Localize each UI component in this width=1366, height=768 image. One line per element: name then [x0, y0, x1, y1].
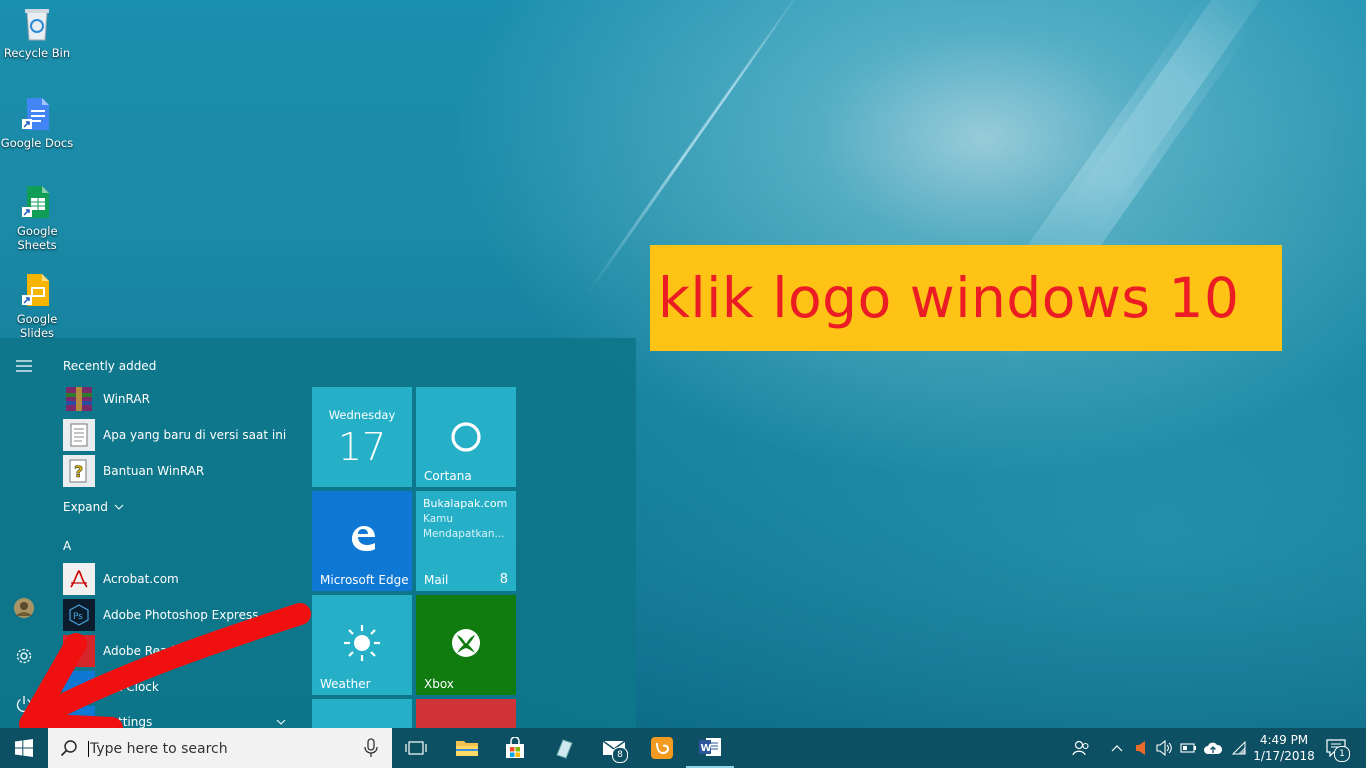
- mail-preview-line2: Mendapatkan...: [423, 528, 505, 540]
- svg-text:W: W: [701, 743, 712, 754]
- help-file-icon: ?: [63, 455, 95, 487]
- start-button[interactable]: [0, 728, 48, 768]
- taskbar-file-explorer[interactable]: [443, 728, 491, 768]
- people-button[interactable]: [1068, 728, 1094, 768]
- search-box[interactable]: Type here to search: [48, 728, 392, 768]
- mail-sender: Bukalapak.com: [423, 497, 508, 510]
- app-item-winrar-help[interactable]: ? Bantuan WinRAR: [63, 454, 293, 488]
- clock-button[interactable]: 4:49 PM 1/17/2018: [1252, 728, 1316, 768]
- battery-icon: [1180, 743, 1196, 753]
- mail-badge: 8: [612, 747, 628, 763]
- cortana-tile[interactable]: Cortana: [416, 387, 516, 487]
- desktop-icon-google-slides[interactable]: Google Slides: [0, 272, 74, 340]
- security-alert-button[interactable]: [1130, 728, 1152, 768]
- partial-tile-2[interactable]: [416, 699, 516, 728]
- app-item-label: Bantuan WinRAR: [103, 464, 205, 478]
- tile-label: Xbox: [424, 677, 454, 691]
- task-view-icon: [405, 741, 427, 755]
- app-item-winrar[interactable]: WinRAR: [63, 382, 293, 416]
- google-docs-icon: [21, 96, 53, 132]
- speaker-alert-icon: [1136, 741, 1145, 755]
- taskbar-store[interactable]: [491, 728, 539, 768]
- app-item-whats-new[interactable]: Apa yang baru di versi saat ini: [63, 418, 293, 452]
- network-button[interactable]: [1228, 728, 1250, 768]
- edge-icon: [352, 526, 375, 551]
- taskbar: Type here to search 8 W 4:49 PM 1/17/201…: [0, 728, 1366, 768]
- mail-preview-line1: Kamu: [423, 513, 454, 525]
- folder-icon: [456, 741, 478, 756]
- recycle-bin-icon: [21, 6, 53, 42]
- calendar-date: 17: [337, 425, 387, 469]
- calendar-tile[interactable]: Wednesday 17: [312, 387, 412, 487]
- xbox-icon: [452, 629, 480, 657]
- search-icon: [60, 740, 77, 757]
- google-sheets-icon: [21, 184, 53, 220]
- desktop-icon-label: Google Docs: [0, 136, 74, 150]
- app-item-label: Apa yang baru di versi saat ini: [103, 428, 287, 442]
- taskbar-uc-browser[interactable]: [638, 728, 686, 768]
- partial-tile-1[interactable]: [312, 699, 412, 728]
- microphone-icon[interactable]: [364, 738, 378, 758]
- clock-time: 4:49 PM: [1259, 733, 1309, 747]
- uc-browser-icon: [651, 737, 673, 759]
- chevron-down-icon: [114, 504, 124, 510]
- sun-icon: [344, 625, 380, 661]
- google-slides-icon: [21, 272, 53, 308]
- app-item-label: Acrobat.com: [103, 572, 179, 586]
- xbox-tile[interactable]: Xbox: [416, 595, 516, 695]
- expand-button[interactable]: Expand: [63, 500, 125, 514]
- app-item-acrobat[interactable]: Acrobat.com: [63, 562, 293, 596]
- tile-label: Weather: [320, 677, 371, 691]
- cloud-upload-icon: [1204, 742, 1223, 754]
- calendar-day: Wednesday: [328, 408, 396, 422]
- wifi-icon: [1231, 741, 1246, 755]
- windows-logo-icon: [15, 739, 33, 757]
- tile-label: Cortana: [424, 469, 472, 483]
- task-view-button[interactable]: [392, 728, 440, 768]
- edge-tile[interactable]: Microsoft Edge: [312, 491, 412, 591]
- desktop-icon-recycle-bin[interactable]: Recycle Bin: [0, 6, 74, 60]
- app-item-label: WinRAR: [103, 392, 150, 406]
- desktop-icon-label: Google Slides: [16, 312, 58, 340]
- taskbar-mail[interactable]: 8: [590, 728, 638, 768]
- clock-date: 1/17/2018: [1253, 749, 1315, 763]
- section-letter[interactable]: A: [63, 539, 71, 553]
- app-launcher-icon: [556, 739, 573, 759]
- recently-added-header: Recently added: [63, 359, 157, 373]
- tile-label: Mail: [424, 573, 449, 587]
- winrar-icon: [63, 383, 95, 415]
- hamburger-icon: [16, 360, 32, 372]
- desktop-icon-google-docs[interactable]: Google Docs: [0, 96, 74, 150]
- notification-count-badge: 1: [1334, 746, 1350, 762]
- desktop-icon-google-sheets[interactable]: Google Sheets: [0, 184, 74, 252]
- word-icon: W: [699, 738, 721, 756]
- show-hidden-icons-button[interactable]: [1106, 728, 1128, 768]
- tile-label: Microsoft Edge: [320, 573, 409, 587]
- onedrive-button[interactable]: [1202, 728, 1224, 768]
- instruction-banner: klik logo windows 10: [650, 245, 1282, 351]
- taskbar-app-launcher[interactable]: [540, 728, 588, 768]
- taskbar-word[interactable]: W: [686, 728, 734, 768]
- mail-tile[interactable]: Bukalapak.com Kamu Mendapatkan... Mail 8: [416, 491, 516, 591]
- volume-icon: [1156, 740, 1172, 756]
- action-center-button[interactable]: 1: [1318, 728, 1354, 768]
- banner-text: klik logo windows 10: [658, 266, 1240, 330]
- battery-button[interactable]: [1178, 728, 1200, 768]
- chevron-up-icon: [1111, 745, 1123, 752]
- store-icon: [506, 737, 524, 758]
- weather-tile[interactable]: Weather: [312, 595, 412, 695]
- search-placeholder: Type here to search: [88, 741, 228, 757]
- svg-text:?: ?: [74, 462, 83, 481]
- cortana-icon: [451, 422, 481, 452]
- desktop-icon-label: Recycle Bin: [3, 46, 71, 60]
- people-icon: [1072, 740, 1089, 756]
- document-icon: [63, 419, 95, 451]
- acrobat-icon: [63, 563, 95, 595]
- volume-button[interactable]: [1154, 728, 1176, 768]
- desktop-icon-label: Google Sheets: [17, 224, 58, 252]
- hamburger-menu-button[interactable]: [0, 344, 48, 388]
- mail-count-badge: 8: [499, 572, 508, 587]
